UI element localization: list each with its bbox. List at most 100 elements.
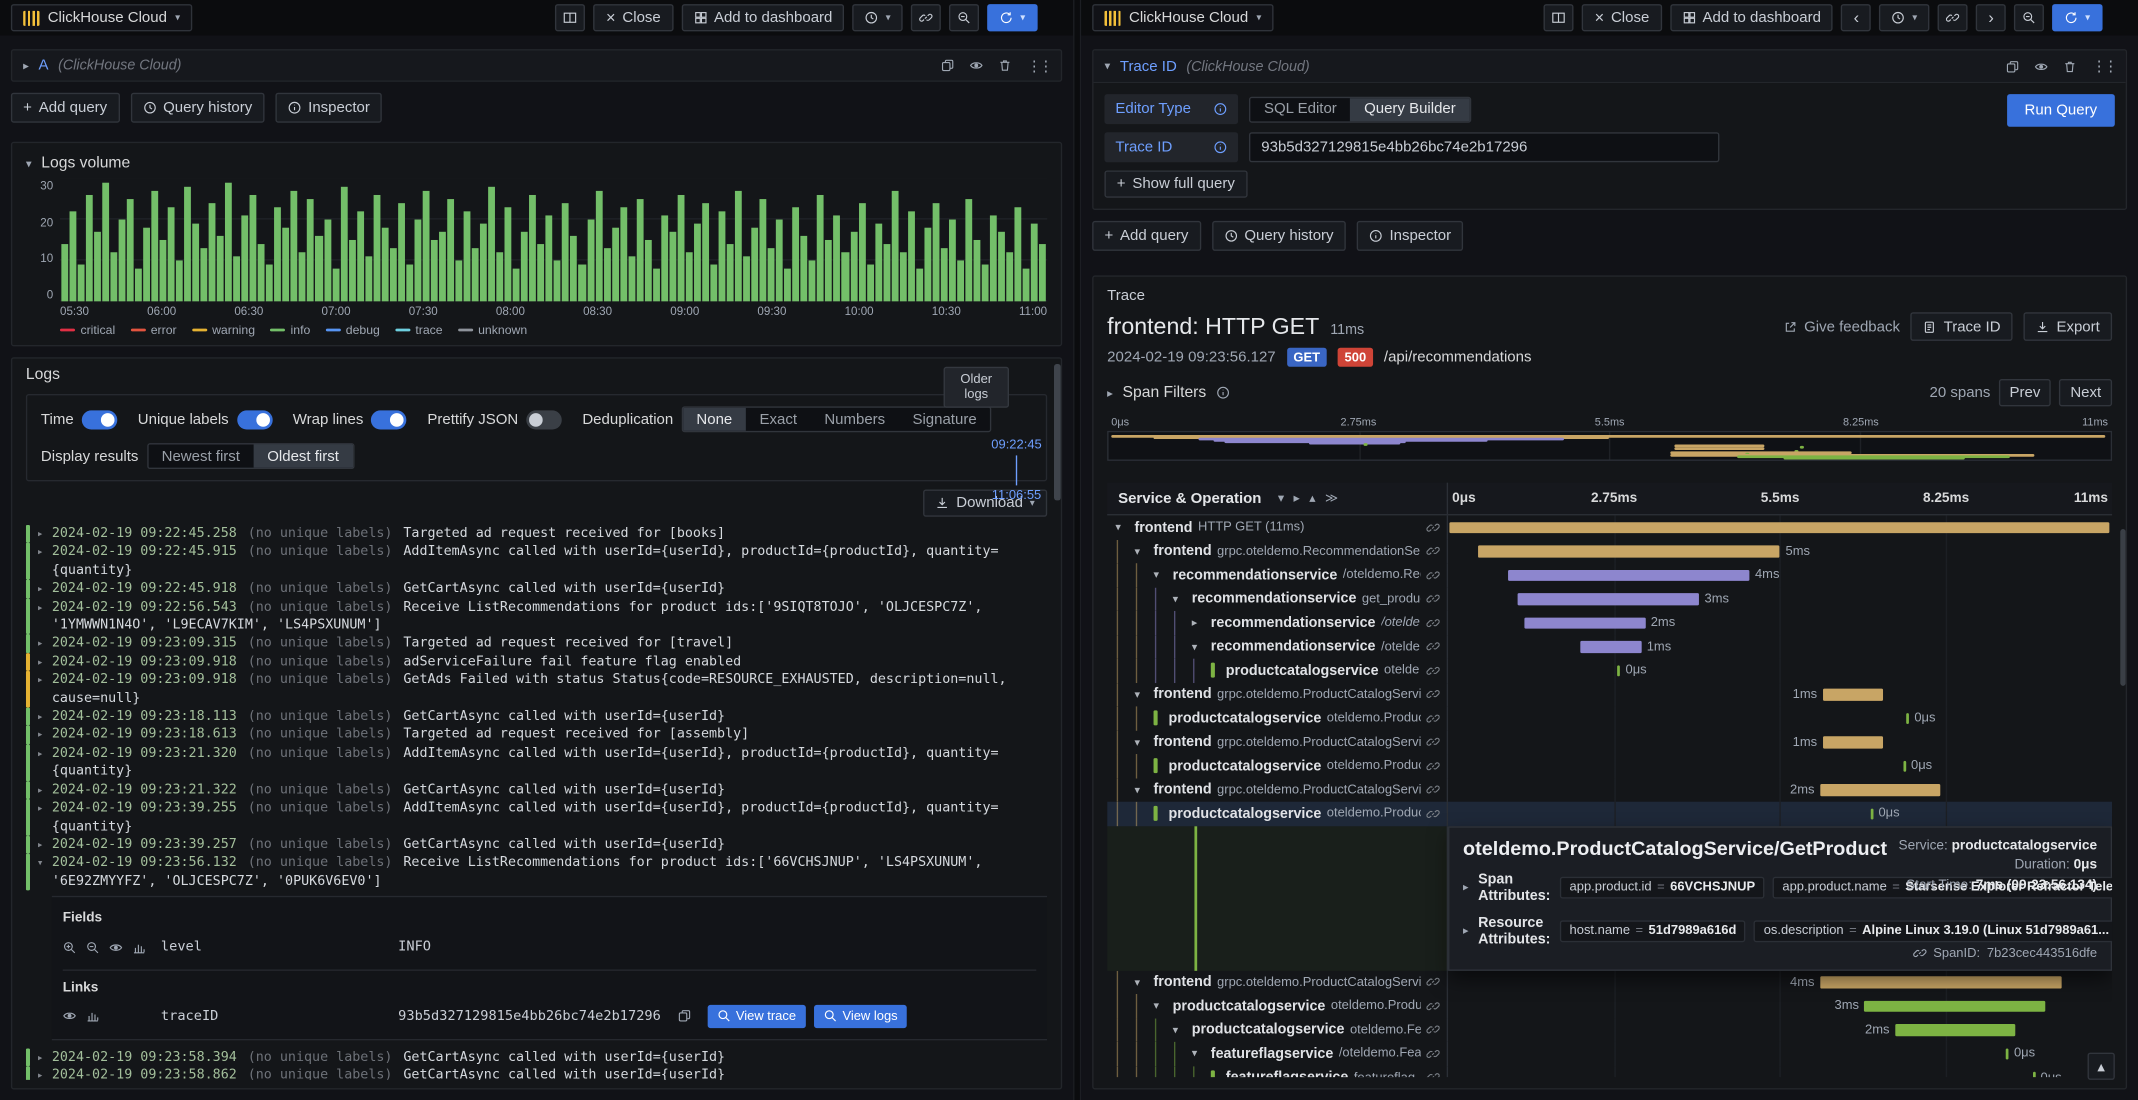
chevron-right-icon[interactable]: ▸ [1192,617,1206,629]
link-icon[interactable] [1426,807,1440,821]
refresh-button[interactable]: ▾ [2052,4,2103,32]
log-row[interactable]: ▸ 2024-02-19 09:23:18.113 (no unique label… [25,707,1047,727]
minimap-canvas[interactable] [1107,430,2113,461]
prev-span-button[interactable]: Prev [1998,379,2052,407]
log-row[interactable]: ▸ 2024-02-19 09:22:56.543 (no unique label… [25,598,1047,635]
span-row[interactable]: ▾ frontend HTTP GET (11ms) [1107,515,2113,540]
add-to-dashboard-button[interactable]: Add to dashboard [1669,4,1834,32]
log-row[interactable]: ▸ 2024-02-19 09:23:58.394 (no unique label… [25,1048,1047,1067]
chevron-down-icon[interactable]: ▾ [1134,545,1148,557]
export-button[interactable]: Export [2023,312,2113,341]
next-span-button[interactable]: Next [2059,379,2113,407]
attribute-chip[interactable]: os.description = Alpine Linux 3.19.0 (Linu… [1754,919,2113,942]
span-row[interactable]: productcatalogservice oteldemo.Produc 0μs [1107,754,2113,778]
log-row[interactable]: ▸ 2024-02-19 09:23:09.315 (no unique label… [25,634,1047,653]
attribute-chip[interactable]: app.product.id = 66VCHSJNUP [1559,876,1765,898]
info-icon[interactable] [1214,140,1228,154]
span-filters-label[interactable]: Span Filters [1123,385,1207,401]
chevron-down-icon[interactable]: ▾ [1104,59,1110,74]
chevron-down-icon[interactable]: ▾ [1115,521,1129,533]
chevron-down-icon[interactable]: ▾ [1154,569,1168,581]
prettify-json-toggle[interactable] [526,409,562,429]
link-icon[interactable] [1426,759,1440,773]
query-history-button[interactable]: Query history [1211,220,1346,251]
span-row[interactable]: featureflagservice featureflag 0μs [1107,1065,2113,1078]
span-attributes-label[interactable]: Span Attributes: [1478,871,1550,904]
span-row[interactable]: ▸ recommendationservice/otelde 2ms [1107,610,2113,635]
chevron-down-icon[interactable]: ▾ [1192,1048,1206,1060]
trace-id-button[interactable]: Trace ID [1910,312,2013,341]
query-row-header[interactable]: ▾ Trace ID (ClickHouse Cloud) ⋮⋮ [1093,50,2126,84]
zoom-out-button[interactable] [949,4,980,32]
editor-mode-sql-editor[interactable]: SQL Editor [1250,97,1350,120]
link-icon[interactable] [1426,1023,1440,1037]
close-split-button[interactable]: × Close [1582,4,1662,32]
trash-icon[interactable] [2063,59,2077,73]
span-row[interactable]: ▾ frontend grpc.oteldemo.ProductCatalogSer… [1107,777,2113,802]
add-query-button[interactable]: + Add query [1092,220,1201,251]
log-row[interactable]: ▸ 2024-02-19 09:23:39.257 (no unique label… [25,835,1047,854]
legend-item[interactable]: warning [191,323,255,337]
legend-item[interactable]: error [130,323,177,337]
filter-for-value-icon[interactable] [63,941,77,955]
order-option-newest-first[interactable]: Newest first [148,445,254,468]
span-row[interactable]: ▾ frontend grpc.oteldemo.ProductCatalogSer… [1107,730,2113,755]
chevron-right-icon[interactable]: ▸ [37,726,52,744]
link-icon[interactable] [1426,783,1440,797]
refresh-button[interactable]: ▾ [987,4,1038,32]
chevron-right-icon[interactable]: ▸ [37,598,52,635]
older-logs-button[interactable]: Older logs [943,366,1010,408]
span-bar[interactable] [1524,616,1646,629]
chevron-right-icon[interactable]: ▸ [37,543,52,580]
drag-handle-icon[interactable]: ⋮⋮ [2092,57,2119,75]
eye-icon[interactable] [969,59,983,73]
dedup-option-numbers[interactable]: Numbers [811,408,899,431]
legend-item[interactable]: debug [325,323,380,337]
copy-link-button[interactable] [1937,4,1968,32]
split-pane-button[interactable] [1544,4,1575,32]
inspector-button[interactable]: Inspector [275,92,383,123]
eye-icon[interactable] [63,1010,77,1024]
datasource-picker[interactable]: ClickHouse Cloud ▾ [1092,4,1274,32]
pane-divider[interactable] [1073,0,1082,1100]
link-icon[interactable] [1426,544,1440,558]
stats-icon[interactable] [86,1010,100,1024]
chevron-right-icon[interactable]: ▸ [37,671,52,708]
chevron-down-icon[interactable]: ▾ [1134,784,1148,796]
show-full-query-button[interactable]: + Show full query [1104,170,1248,198]
info-icon[interactable] [1216,386,1230,400]
chevron-right-icon[interactable]: ▸ [37,799,52,836]
span-bar[interactable] [1822,688,1883,701]
log-row[interactable]: ▸ 2024-02-19 09:23:09.918 (no unique label… [25,671,1047,708]
span-row[interactable]: ▾ productcatalogservice oteldemo.Produc 3ms [1107,994,2113,1018]
chevron-down-icon[interactable]: ▾ [1134,736,1148,748]
log-row[interactable]: ▸ 2024-02-19 09:22:45.258 (no unique label… [25,524,1047,544]
copy-icon[interactable] [941,59,955,73]
chevron-right-icon[interactable]: ▸ [1463,924,1468,936]
link-icon[interactable] [1426,975,1440,989]
chevron-down-icon[interactable]: ▾ [1192,641,1206,653]
legend-item[interactable]: trace [394,323,443,337]
time-toggle[interactable] [81,409,118,429]
chevron-down-icon[interactable]: ▾ [1154,1000,1168,1012]
chevron-right-icon[interactable]: ▸ [37,580,52,598]
link-icon[interactable] [1426,616,1440,630]
view-trace-button[interactable]: View trace [707,1004,806,1029]
link-icon[interactable] [1426,711,1440,725]
dedup-option-exact[interactable]: Exact [746,408,811,431]
chevron-right-icon[interactable]: ▸ [37,1067,52,1079]
span-bar[interactable] [1864,1000,2046,1012]
chevron-right-icon[interactable]: ▸ [37,744,52,781]
link-icon[interactable] [1426,1071,1440,1077]
eye-icon[interactable] [2034,59,2048,73]
span-row[interactable]: ▾ frontend grpc.oteldemo.RecommendationSer… [1107,539,2113,564]
span-row[interactable]: ▾ frontend grpc.oteldemo.ProductCatalogSer… [1107,682,2113,707]
link-icon[interactable] [1426,640,1440,654]
order-option-oldest-first[interactable]: Oldest first [253,444,353,468]
collapse-one-icon[interactable]: ▾ [1278,491,1284,506]
chevron-right-icon[interactable]: ▸ [37,635,52,653]
span-row[interactable]: productcatalogservice oteldemo.Produc 0μs [1107,801,2113,826]
link-icon[interactable] [1913,946,1927,960]
span-bar[interactable] [1819,784,1941,796]
span-row[interactable]: ▾ frontend grpc.oteldemo.ProductCatalogSer… [1107,970,2113,995]
